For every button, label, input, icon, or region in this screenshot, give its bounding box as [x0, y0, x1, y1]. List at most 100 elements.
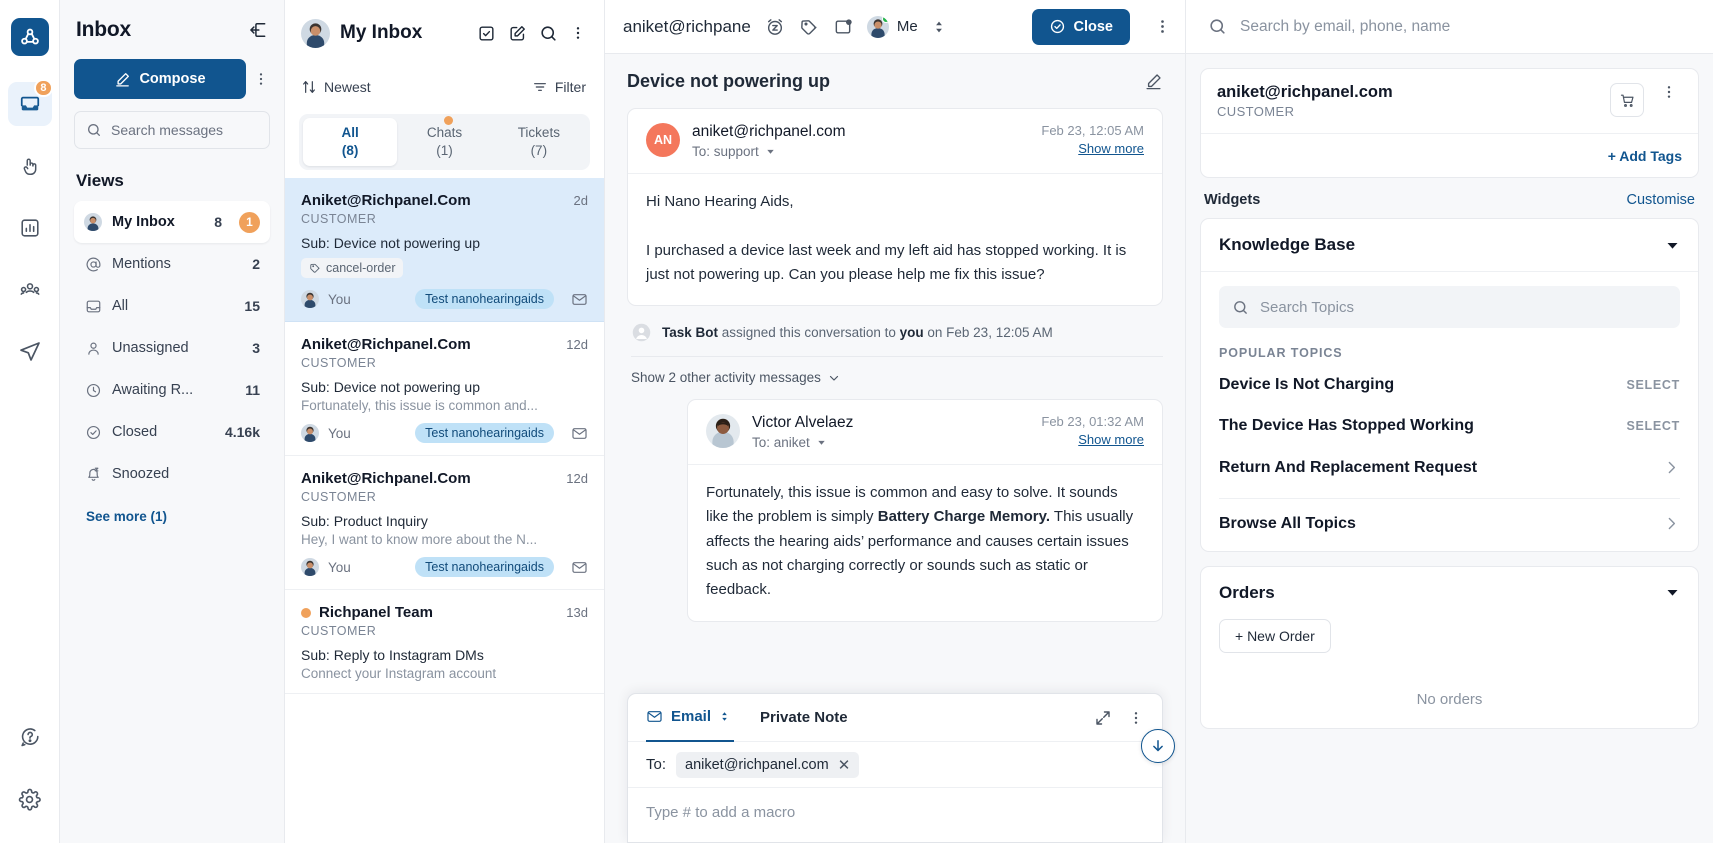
- list-item[interactable]: Aniket@Richpanel.Com 12d CUSTOMER Sub: D…: [285, 322, 604, 456]
- sidebar-item-my-inbox[interactable]: My Inbox 8 1: [74, 201, 270, 243]
- show-more-link[interactable]: Show more: [1041, 432, 1144, 447]
- close-button[interactable]: Close: [1031, 8, 1130, 45]
- composer-recipient-chip[interactable]: aniket@richpanel.com ✕: [676, 751, 860, 778]
- more-vertical-icon[interactable]: [1154, 17, 1171, 36]
- orders-header[interactable]: Orders: [1201, 567, 1698, 619]
- select-all-icon[interactable]: [477, 24, 496, 43]
- list-item-footer: You Test nanohearingaids: [301, 557, 588, 577]
- up-down-icon[interactable]: [932, 18, 946, 36]
- list-item[interactable]: Richpanel Team 13d CUSTOMER Sub: Reply t…: [285, 590, 604, 694]
- widgets-label: Widgets: [1204, 192, 1261, 208]
- composer-tab-private-note[interactable]: Private Note: [760, 694, 852, 742]
- close-icon[interactable]: ✕: [838, 756, 851, 774]
- list-item-subject: Sub: Device not powering up: [301, 379, 480, 395]
- sort-control[interactable]: Newest: [301, 79, 371, 95]
- kb-topic-title: The Device Has Stopped Working: [1219, 417, 1474, 435]
- list-item-role: CUSTOMER: [301, 356, 377, 370]
- composer-input[interactable]: Type # to add a macro: [628, 788, 1162, 842]
- compose-button[interactable]: Compose: [74, 59, 246, 99]
- check-circle-icon: [84, 423, 102, 441]
- rail-item-reports[interactable]: [8, 206, 52, 250]
- customise-widgets-link[interactable]: Customise: [1627, 192, 1696, 208]
- sidebar-header: Inbox: [74, 14, 270, 42]
- app-root: 8 Inbox Compose Search messages Views My…: [0, 0, 1713, 843]
- show-more-link[interactable]: Show more: [1041, 141, 1144, 156]
- knowledge-base-search-input[interactable]: Search Topics: [1219, 286, 1680, 328]
- message-body-bold: Battery Charge Memory.: [877, 508, 1051, 526]
- rail-item-help[interactable]: [8, 715, 52, 759]
- list-item-footer: You Test nanohearingaids: [301, 289, 588, 309]
- search-messages-input[interactable]: Search messages: [74, 111, 270, 149]
- list-item-name: Aniket@Richpanel.Com: [301, 192, 471, 209]
- sidebar-item-unassigned[interactable]: Unassigned 3: [74, 327, 270, 369]
- list-item-header: Aniket@Richpanel.Com 2d: [301, 192, 588, 209]
- sidebar-item-awaiting-reply[interactable]: Awaiting R... 11: [74, 369, 270, 411]
- list-item-role: CUSTOMER: [301, 212, 377, 226]
- show-activity-messages-link[interactable]: Show 2 other activity messages: [631, 370, 1163, 385]
- list-item-channel-chip: Test nanohearingaids: [415, 423, 554, 443]
- avatar: [706, 414, 740, 449]
- filter-icon: [533, 83, 546, 91]
- kb-topic-row[interactable]: Return And Replacement Request: [1201, 447, 1698, 488]
- sidebar-item-closed[interactable]: Closed 4.16k: [74, 411, 270, 453]
- archive-icon[interactable]: [833, 17, 853, 37]
- tag-icon[interactable]: [799, 17, 819, 37]
- kb-topic-select[interactable]: SELECT: [1626, 419, 1680, 433]
- tab-chats[interactable]: Chats (1): [397, 116, 491, 166]
- customer-more-icon[interactable]: [1656, 83, 1682, 101]
- app-logo[interactable]: [10, 18, 49, 56]
- sidebar-item-snoozed[interactable]: Snoozed: [74, 453, 270, 495]
- add-tags-button[interactable]: + Add Tags: [1608, 148, 1682, 164]
- more-vertical-icon[interactable]: [1128, 709, 1144, 727]
- up-down-icon: [722, 712, 727, 721]
- sidebar-item-all[interactable]: All 15: [74, 285, 270, 327]
- chevron-right-icon[interactable]: [1663, 515, 1680, 532]
- rail-item-automations[interactable]: [8, 144, 52, 188]
- expand-icon[interactable]: [1094, 709, 1112, 727]
- assignee-selector[interactable]: Me: [866, 15, 918, 38]
- panel-collapse-icon[interactable]: [248, 20, 268, 40]
- rail-item-settings[interactable]: [8, 777, 52, 821]
- composer-tab-email[interactable]: Email: [646, 694, 735, 742]
- kb-topic-select[interactable]: SELECT: [1626, 378, 1680, 392]
- status-badge[interactable]: cancel-order: [301, 258, 404, 278]
- tab-all[interactable]: All (8): [303, 118, 398, 166]
- arrow-down-circle-icon[interactable]: [1141, 729, 1175, 763]
- list-item[interactable]: Aniket@Richpanel.Com 12d CUSTOMER Sub: P…: [285, 456, 604, 590]
- kb-topic-row[interactable]: The Device Has Stopped Working SELECT: [1201, 405, 1698, 446]
- message-recipient[interactable]: To: aniket: [752, 435, 1029, 450]
- pencil-icon[interactable]: [1144, 72, 1163, 91]
- browse-all-topics-row[interactable]: Browse All Topics: [1201, 499, 1698, 551]
- customer-search-input[interactable]: Search by email, phone, name: [1186, 0, 1713, 54]
- snooze-icon[interactable]: [765, 17, 785, 37]
- kb-topic-row[interactable]: Device Is Not Charging SELECT: [1201, 364, 1698, 405]
- rail-badge-inbox: 8: [34, 79, 53, 97]
- message-sender-name: Victor Alvelaez: [752, 414, 854, 432]
- search-icon[interactable]: [539, 24, 558, 43]
- widgets-bar: Widgets Customise: [1200, 178, 1699, 218]
- list-item-name: Aniket@Richpanel.Com: [301, 336, 471, 353]
- mail-icon: [647, 711, 662, 722]
- see-more-views-link[interactable]: See more (1): [74, 509, 270, 524]
- tab-tickets[interactable]: Tickets (7): [492, 118, 586, 166]
- cart-icon[interactable]: [1610, 83, 1644, 117]
- sidebar-more-icon[interactable]: [252, 71, 270, 87]
- knowledge-base-header[interactable]: Knowledge Base: [1201, 219, 1698, 271]
- sidebar-item-mentions[interactable]: Mentions 2: [74, 243, 270, 285]
- rail-item-inbox[interactable]: 8: [7, 79, 53, 126]
- caret-down-icon[interactable]: [1665, 585, 1680, 600]
- new-order-button[interactable]: + New Order: [1219, 618, 1331, 653]
- list-item[interactable]: Aniket@Richpanel.Com 2d CUSTOMER Sub: De…: [285, 178, 604, 322]
- message-recipient[interactable]: To: support: [692, 144, 1029, 159]
- filter-control[interactable]: Filter: [532, 79, 586, 95]
- list-item-header: Richpanel Team 13d: [301, 604, 588, 621]
- rail-item-campaigns[interactable]: [8, 330, 52, 374]
- rail-item-team[interactable]: [8, 268, 52, 312]
- chevron-right-icon[interactable]: [1663, 459, 1680, 476]
- caret-down-icon[interactable]: [1665, 238, 1680, 253]
- more-vertical-icon[interactable]: [570, 24, 586, 42]
- conversation-header: aniket@richpane Me Close: [605, 0, 1185, 54]
- composer-recipient-text: aniket@richpanel.com: [685, 756, 829, 773]
- new-conversation-icon[interactable]: [508, 24, 527, 43]
- message-card-wrapper: Victor Alvelaez To: aniket Feb 23, 01:32…: [687, 399, 1163, 622]
